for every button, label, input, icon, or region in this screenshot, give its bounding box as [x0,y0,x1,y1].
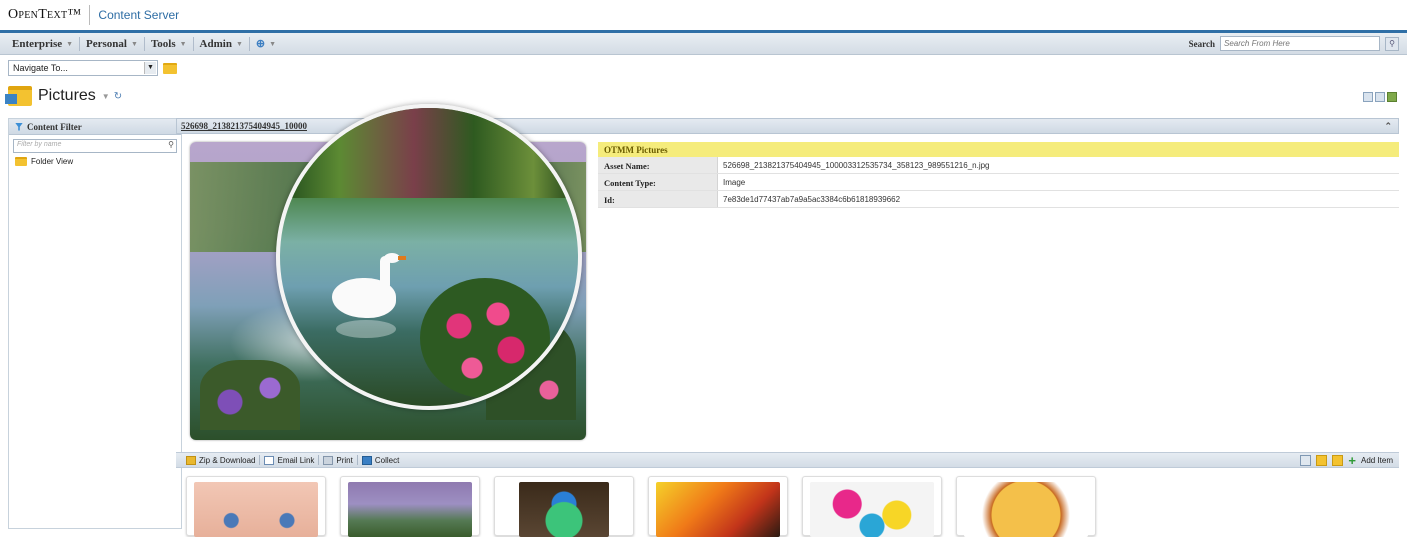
collapse-icon[interactable]: ⌃ [1384,121,1392,132]
thumbnail[interactable] [494,476,634,536]
refresh-icon[interactable] [1300,455,1311,466]
pictures-folder-icon [8,86,32,106]
email-icon [264,456,274,465]
product-name[interactable]: Content Server [98,8,179,22]
menu-admin[interactable]: Admin▼ [194,38,249,50]
content-panel: 526698_213821375404945_10000 ⌃ OTMM Pict… [176,118,1399,529]
asset-toolbar: Zip & Download Email Link Print Collect … [176,452,1399,468]
collect-icon [362,456,372,465]
app-header: OpenText™ Content Server [0,0,1407,33]
help-icon: ⊕ [256,37,265,50]
page-title-row: Pictures ▼ ↻ [0,81,1407,111]
menu-tools[interactable]: Tools▼ [145,38,193,50]
metadata-row: Id: 7e83de1d77437ab7a9a5ac3384c6b6181893… [598,191,1399,208]
search-input[interactable] [1220,36,1380,51]
chevron-down-icon[interactable]: ▼ [102,92,110,101]
zip-icon [186,456,196,465]
folder-icon[interactable] [163,63,177,74]
chevron-down-icon: ▼ [131,40,138,48]
navigate-to-select[interactable]: Navigate To... ▼ [8,60,158,76]
preview-flowers-left [200,360,300,430]
gallery-view-icon[interactable] [1387,92,1397,102]
main-menu-bar: Enterprise▼ Personal▼ Tools▼ Admin▼ ⊕▼ S… [0,33,1407,55]
chevron-down-icon: ▼ [66,40,73,48]
thumbnail[interactable] [186,476,326,536]
add-item-button[interactable]: Add Item [1361,456,1393,465]
content-filter-panel: Content Filter Filter by name ⚲ Folder V… [8,118,182,529]
logo-divider [89,5,90,25]
print-button[interactable]: Print [319,456,356,465]
add-document-icon[interactable] [1316,455,1327,466]
main-area: Content Filter Filter by name ⚲ Folder V… [0,118,1407,529]
view-switcher [1363,92,1397,102]
toolbar-right-actions: + Add Item [1300,455,1393,466]
swan-reflection [336,320,396,338]
menu-personal[interactable]: Personal▼ [80,38,144,50]
metadata-key: Id: [598,191,718,207]
chevron-down-icon: ▼ [269,40,276,48]
metadata-value: 7e83de1d77437ab7a9a5ac3384c6b61818939662 [718,191,905,207]
menu-enterprise[interactable]: Enterprise▼ [6,38,79,50]
zoom-magnifier[interactable] [276,104,582,410]
metadata-row: Asset Name: 526698_213821375404945_10000… [598,157,1399,174]
list-view-icon[interactable] [1363,92,1373,102]
magnifier-trees [280,108,578,198]
chevron-down-icon: ▼ [236,40,243,48]
content-filter-header: Content Filter [9,119,181,135]
thumbnail[interactable] [648,476,788,536]
metadata-key: Asset Name: [598,157,718,173]
email-link-button[interactable]: Email Link [260,456,318,465]
search-area: Search ⚲ [1189,36,1399,51]
add-folder-icon[interactable] [1332,455,1343,466]
navigate-row: Navigate To... ▼ [0,55,1407,81]
metadata-key: Content Type: [598,174,718,190]
folder-icon [15,157,27,166]
metadata-row: Content Type: Image [598,174,1399,191]
opentext-logo: OpenText™ [8,7,81,23]
thumbnail-strip [186,476,1096,536]
thumbnail[interactable] [340,476,480,536]
refresh-icon[interactable]: ↻ [114,91,122,102]
zip-download-button[interactable]: Zip & Download [182,456,259,465]
search-icon[interactable]: ⚲ [1385,37,1399,51]
filter-by-name-input[interactable]: Filter by name ⚲ [13,139,177,153]
funnel-icon [15,123,23,131]
metadata-value: Image [718,174,750,190]
search-label: Search [1189,39,1215,49]
collect-button[interactable]: Collect [358,456,403,465]
detail-view-icon[interactable] [1375,92,1385,102]
chevron-down-icon: ▼ [180,40,187,48]
swan-beak [398,256,406,260]
metadata-value: 526698_213821375404945_100003312535734_3… [718,157,995,173]
thumbnail[interactable] [802,476,942,536]
folder-view-link[interactable]: Folder View [9,157,181,166]
page-title: Pictures [38,87,96,105]
folder-view-label: Folder View [31,157,73,166]
content-filter-title: Content Filter [27,122,82,132]
chevron-down-icon: ▼ [144,62,156,74]
metadata-table: OTMM Pictures Asset Name: 526698_2138213… [598,142,1399,208]
plus-icon[interactable]: + [1348,456,1356,466]
pink-flower-bush [420,278,550,398]
menu-help[interactable]: ⊕▼ [250,37,282,50]
thumbnail[interactable] [956,476,1096,536]
metadata-title: OTMM Pictures [598,142,1399,157]
search-icon[interactable]: ⚲ [168,140,174,149]
printer-icon [323,456,333,465]
